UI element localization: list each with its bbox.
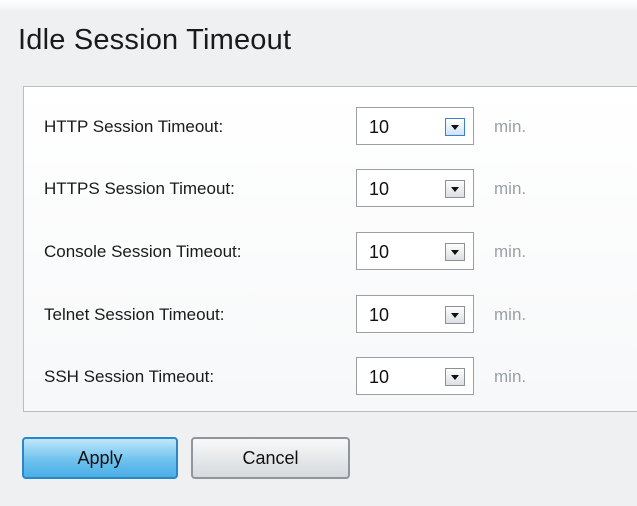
- https-timeout-unit: min.: [494, 179, 527, 198]
- chevron-down-icon[interactable]: [445, 243, 465, 261]
- https-timeout-select[interactable]: 10: [356, 169, 474, 207]
- apply-button[interactable]: Apply: [22, 437, 178, 479]
- chevron-down-icon[interactable]: [445, 368, 465, 386]
- setting-row-http: HTTP Session Timeout: 10 min.: [24, 107, 637, 145]
- ssh-timeout-value: 10: [369, 367, 390, 387]
- top-strip: [0, 0, 637, 10]
- chevron-down-icon[interactable]: [445, 306, 465, 324]
- chevron-down-icon[interactable]: [445, 118, 465, 136]
- http-timeout-unit: min.: [494, 117, 527, 136]
- console-timeout-value: 10: [369, 242, 390, 262]
- ssh-timeout-label: SSH Session Timeout:: [44, 367, 215, 386]
- console-timeout-label: Console Session Timeout:: [44, 242, 242, 261]
- telnet-timeout-select[interactable]: 10: [356, 295, 474, 333]
- page-title: Idle Session Timeout: [18, 24, 292, 56]
- setting-row-ssh: SSH Session Timeout: 10 min.: [24, 357, 637, 395]
- https-timeout-label: HTTPS Session Timeout:: [44, 179, 235, 198]
- telnet-timeout-value: 10: [369, 305, 390, 325]
- chevron-down-icon[interactable]: [445, 180, 465, 198]
- setting-row-https: HTTPS Session Timeout: 10 min.: [24, 169, 637, 207]
- idle-session-timeout-page: Idle Session Timeout HTTP Session Timeou…: [0, 0, 637, 506]
- cancel-button[interactable]: Cancel: [191, 437, 350, 479]
- http-timeout-value: 10: [369, 117, 390, 137]
- console-timeout-unit: min.: [494, 242, 527, 261]
- http-timeout-label: HTTP Session Timeout:: [44, 117, 224, 136]
- ssh-timeout-unit: min.: [494, 367, 527, 386]
- ssh-timeout-select[interactable]: 10: [356, 357, 474, 395]
- setting-row-telnet: Telnet Session Timeout: 10 min.: [24, 295, 637, 333]
- https-timeout-value: 10: [369, 179, 390, 199]
- telnet-timeout-label: Telnet Session Timeout:: [44, 305, 225, 324]
- setting-row-console: Console Session Timeout: 10 min.: [24, 232, 637, 270]
- console-timeout-select[interactable]: 10: [356, 232, 474, 270]
- telnet-timeout-unit: min.: [494, 305, 527, 324]
- http-timeout-select[interactable]: 10: [356, 107, 474, 145]
- settings-panel: HTTP Session Timeout: 10 min. HTTPS Sess…: [23, 86, 637, 412]
